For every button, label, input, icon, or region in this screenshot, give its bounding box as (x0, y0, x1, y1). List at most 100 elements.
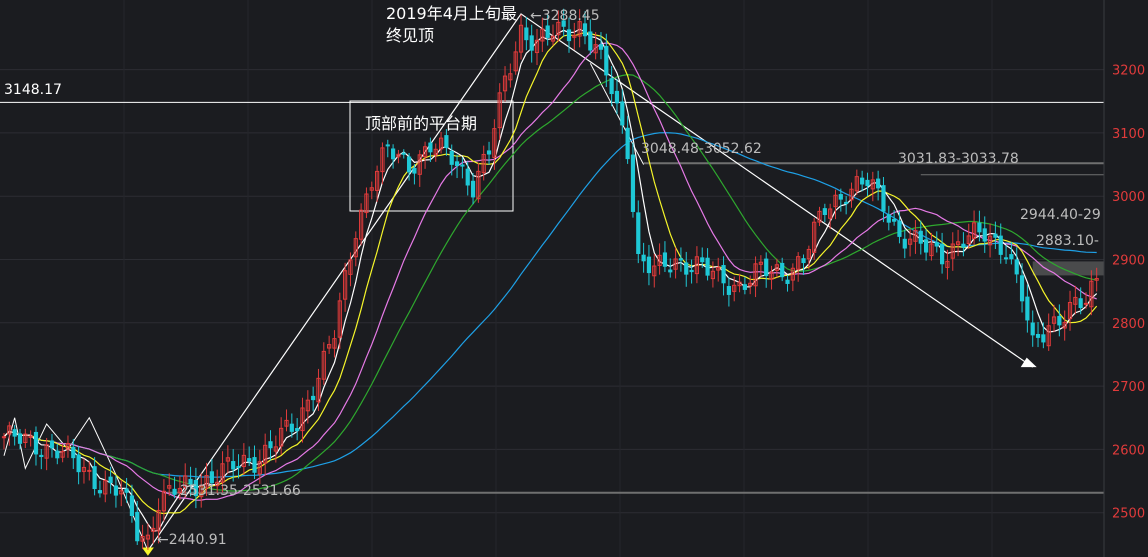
candle-body (401, 152, 406, 155)
candle (454, 154, 460, 179)
candle (950, 232, 955, 271)
candle (364, 187, 369, 218)
candle (1057, 304, 1062, 337)
candle-body (934, 242, 939, 247)
candle-body (1025, 296, 1030, 321)
level-3148-label: 3148.17 (4, 82, 62, 98)
candle (662, 241, 668, 272)
candle (902, 229, 907, 259)
candle (833, 189, 838, 220)
candle (145, 523, 151, 550)
candle (694, 246, 700, 284)
major-trend-line (147, 13, 1034, 552)
candle (23, 428, 28, 449)
candle (343, 262, 348, 312)
candle (422, 141, 428, 169)
candle-body (886, 214, 891, 223)
candle-body (977, 222, 982, 233)
candle-body (49, 440, 55, 449)
candle-body (865, 179, 870, 187)
candle-body (721, 265, 726, 284)
candle (396, 149, 401, 164)
candle-body (1014, 259, 1019, 275)
candle-body (268, 441, 273, 449)
candle (401, 149, 406, 159)
candle (945, 249, 950, 280)
candle (92, 457, 97, 496)
candle (161, 479, 167, 522)
candle-body (124, 488, 129, 493)
candle (588, 19, 593, 55)
candle (497, 83, 502, 141)
candle (870, 171, 875, 202)
candle (673, 247, 678, 279)
arrow-head (1020, 357, 1037, 368)
candle-body (897, 220, 902, 237)
price-tick-label: 2900 (1112, 254, 1145, 269)
candle-body (636, 212, 641, 255)
candle (998, 223, 1003, 264)
candle-body (209, 471, 214, 484)
candle-body (705, 257, 710, 276)
candle (470, 173, 476, 205)
ma60-line (3, 132, 1097, 478)
candle (140, 524, 145, 550)
candle (236, 454, 241, 479)
chart-stage: 2500 2600 2700 2800 2900 3000 3100 3200 2019年4月… (0, 0, 1148, 557)
candle (129, 484, 135, 523)
candle (657, 243, 662, 275)
candle (49, 433, 55, 458)
candle (518, 14, 524, 60)
candle (433, 143, 438, 162)
candle (417, 150, 422, 187)
candle-body (311, 395, 316, 401)
ma20-line (3, 42, 1097, 501)
candle-body (529, 35, 534, 51)
candle-body (588, 31, 593, 51)
candle-body (998, 235, 1003, 255)
price-tick-label: 2700 (1112, 380, 1145, 395)
candle-body (902, 238, 907, 249)
candle-body (876, 178, 881, 189)
price-tick-label: 3100 (1112, 127, 1145, 142)
candle (311, 386, 316, 412)
candle (865, 172, 870, 197)
gridlines (0, 0, 1104, 557)
candle (55, 443, 60, 465)
candle (1030, 310, 1035, 347)
ma30-line (3, 73, 1097, 492)
candle (321, 342, 326, 385)
candle-body (17, 433, 23, 444)
candle (689, 259, 694, 284)
candle (1046, 313, 1051, 351)
candle (684, 251, 689, 287)
candle (716, 257, 721, 282)
price-tick-label: 3000 (1112, 190, 1145, 205)
candle-body (33, 431, 39, 455)
candle-body (662, 252, 668, 267)
candle-body (470, 180, 476, 198)
candle-body (129, 495, 135, 517)
candle (961, 232, 966, 257)
candle-body (742, 284, 747, 290)
candle (44, 437, 49, 471)
candle-body (1078, 298, 1083, 309)
candle-body (1009, 254, 1014, 260)
low-value-label: ←2440.91 (157, 532, 227, 548)
candle-body (412, 167, 417, 174)
candle (886, 205, 891, 231)
candle-body (289, 423, 294, 432)
candle (263, 433, 268, 476)
annotation-labels: 2019年4月上旬最 终见顶 顶部前的平台期 ←3288.45 ←2440.91… (4, 4, 1101, 548)
candle-body (598, 44, 604, 50)
candle (796, 252, 801, 282)
candle (1041, 322, 1046, 349)
candle (65, 435, 71, 458)
candle (678, 247, 684, 272)
candle (524, 17, 529, 51)
candles (1, 8, 1099, 550)
candle (721, 256, 726, 296)
candle (785, 274, 790, 292)
candle (508, 63, 513, 88)
peak-note-line2: 终见顶 (386, 26, 434, 45)
